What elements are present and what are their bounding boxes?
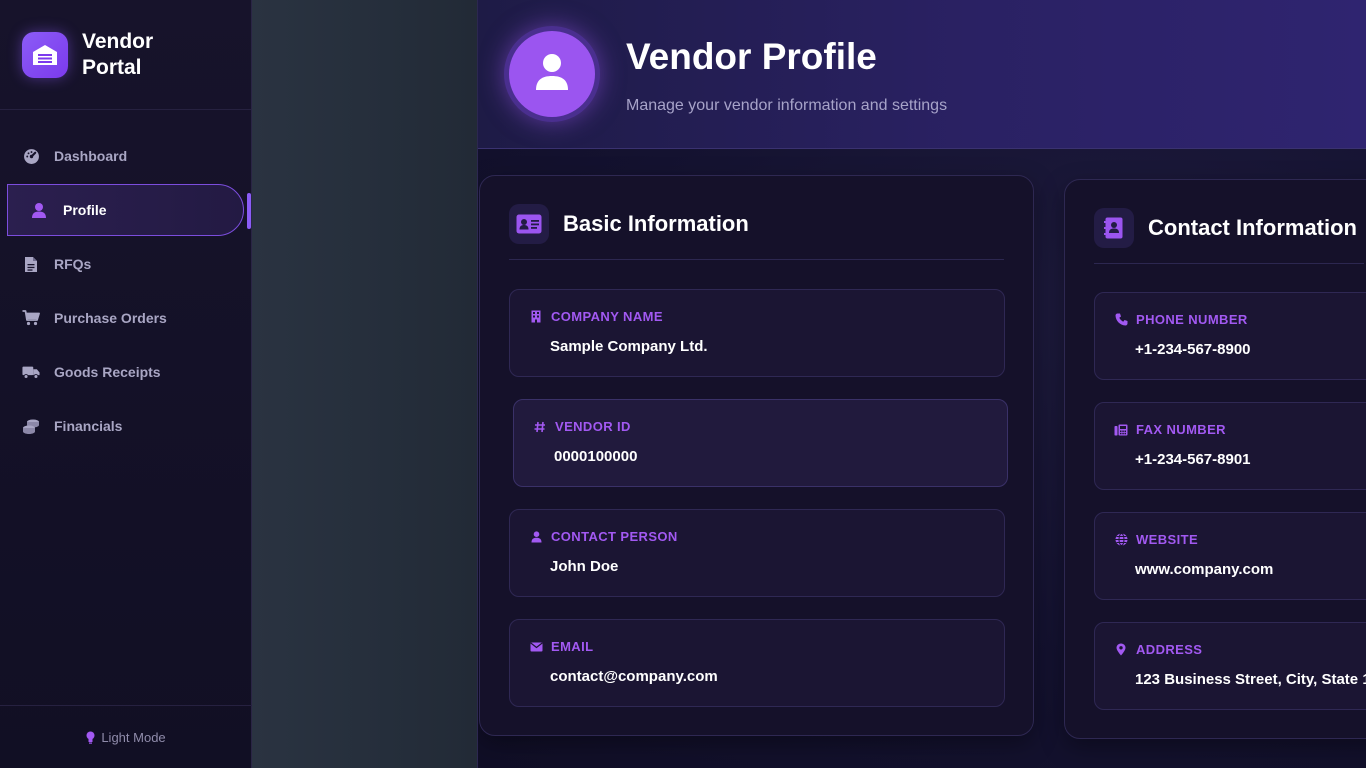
field-label: CONTACT PERSON bbox=[529, 529, 678, 544]
sidebar-nav: Dashboard Profile RFQs Purchase Orders G… bbox=[0, 130, 252, 454]
avatar bbox=[504, 26, 600, 122]
field-label: PHONE NUMBER bbox=[1114, 312, 1248, 327]
cart-icon bbox=[22, 309, 40, 327]
theme-toggle-label: Light Mode bbox=[101, 729, 166, 745]
coins-icon bbox=[22, 417, 40, 435]
empty-panel bbox=[252, 0, 477, 768]
email-field[interactable]: EMAIL contact@company.com bbox=[509, 619, 1005, 707]
sidebar-item-rfqs[interactable]: RFQs bbox=[0, 238, 252, 290]
field-label: WEBSITE bbox=[1114, 532, 1198, 547]
sidebar-item-profile[interactable]: Profile bbox=[7, 184, 244, 236]
profile-header: Vendor Profile Manage your vendor inform… bbox=[478, 0, 1366, 149]
sidebar: Vendor Portal Dashboard Profile RFQs Pur… bbox=[0, 0, 252, 768]
user-icon bbox=[30, 201, 48, 219]
sidebar-item-label: Goods Receipts bbox=[54, 364, 161, 380]
website-value: www.company.com bbox=[1135, 561, 1274, 578]
sidebar-item-dashboard[interactable]: Dashboard bbox=[0, 130, 252, 182]
card-title: Basic Information bbox=[563, 211, 749, 236]
dashboard-gauge-icon bbox=[22, 147, 40, 165]
vendor-id-field[interactable]: VENDOR ID 0000100000 bbox=[513, 399, 1008, 487]
active-nav-indicator bbox=[247, 193, 251, 229]
phone-number-value: +1-234-567-8900 bbox=[1135, 341, 1251, 358]
address-field[interactable]: ADDRESS 123 Business Street, City, State… bbox=[1094, 622, 1366, 710]
fax-number-value: +1-234-567-8901 bbox=[1135, 451, 1251, 468]
theme-toggle-button[interactable]: Light Mode bbox=[0, 705, 252, 768]
phone-icon bbox=[1114, 313, 1128, 327]
sidebar-item-label: Purchase Orders bbox=[54, 310, 167, 326]
brand: Vendor Portal bbox=[0, 0, 251, 110]
sidebar-item-financials[interactable]: Financials bbox=[0, 400, 252, 452]
sidebar-item-label: Financials bbox=[54, 418, 123, 434]
building-icon bbox=[529, 310, 543, 324]
page-title: Vendor Profile bbox=[626, 36, 877, 77]
envelope-icon bbox=[529, 640, 543, 654]
field-label: ADDRESS bbox=[1114, 642, 1202, 657]
brand-name: Vendor Portal bbox=[82, 29, 154, 79]
contact-person-value: John Doe bbox=[550, 558, 619, 575]
warehouse-logo-icon bbox=[22, 31, 68, 78]
address-book-icon bbox=[1094, 208, 1134, 248]
vendor-id-value: 0000100000 bbox=[554, 448, 638, 465]
sidebar-item-purchase-orders[interactable]: Purchase Orders bbox=[0, 292, 252, 344]
hash-icon bbox=[533, 420, 547, 434]
page-subtitle: Manage your vendor information and setti… bbox=[626, 97, 948, 114]
globe-icon bbox=[1114, 533, 1128, 547]
fax-number-field[interactable]: FAX NUMBER +1-234-567-8901 bbox=[1094, 402, 1366, 490]
contact-person-field[interactable]: CONTACT PERSON John Doe bbox=[509, 509, 1005, 597]
card-title: Contact Information bbox=[1148, 215, 1357, 240]
main-content: Vendor Profile Manage your vendor inform… bbox=[477, 0, 1366, 768]
sidebar-item-goods-receipts[interactable]: Goods Receipts bbox=[0, 346, 252, 398]
field-label: VENDOR ID bbox=[533, 419, 631, 434]
fax-icon bbox=[1114, 423, 1128, 437]
document-icon bbox=[22, 255, 40, 273]
map-pin-icon bbox=[1114, 643, 1128, 657]
truck-icon bbox=[22, 363, 40, 381]
contact-information-card: Contact Information PHONE NUMBER +1-234-… bbox=[1064, 179, 1366, 739]
user-icon bbox=[529, 530, 543, 544]
field-label: EMAIL bbox=[529, 639, 593, 654]
field-label: COMPANY NAME bbox=[529, 309, 663, 324]
phone-number-field[interactable]: PHONE NUMBER +1-234-567-8900 bbox=[1094, 292, 1366, 380]
website-field[interactable]: WEBSITE www.company.com bbox=[1094, 512, 1366, 600]
address-value: 123 Business Street, City, State 12345 bbox=[1135, 671, 1366, 688]
sidebar-item-label: Profile bbox=[63, 202, 107, 218]
card-header: Basic Information bbox=[509, 204, 1004, 260]
email-value: contact@company.com bbox=[550, 668, 718, 685]
field-label: FAX NUMBER bbox=[1114, 422, 1226, 437]
card-header: Contact Information bbox=[1094, 208, 1364, 264]
company-name-field[interactable]: COMPANY NAME Sample Company Ltd. bbox=[509, 289, 1005, 377]
user-icon bbox=[535, 53, 569, 96]
basic-information-card: Basic Information COMPANY NAME Sample Co… bbox=[479, 175, 1034, 736]
company-name-value: Sample Company Ltd. bbox=[550, 338, 708, 355]
lightbulb-icon bbox=[86, 731, 95, 744]
id-card-icon bbox=[509, 204, 549, 244]
sidebar-item-label: RFQs bbox=[54, 256, 92, 272]
sidebar-item-label: Dashboard bbox=[54, 148, 128, 164]
